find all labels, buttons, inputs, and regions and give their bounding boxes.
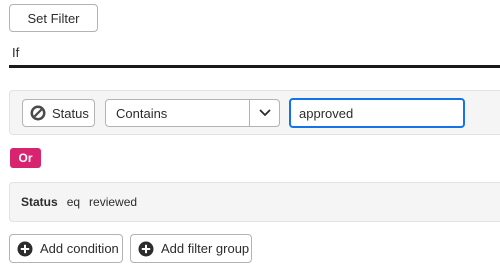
add-filter-group-button[interactable]: Add filter group (130, 234, 252, 263)
condition-summary-row[interactable]: Status eq reviewed (9, 182, 500, 222)
add-condition-button[interactable]: Add condition (9, 234, 123, 263)
add-condition-label: Add condition (40, 241, 119, 256)
summary-field: Status (21, 195, 58, 209)
operator-value: Contains (116, 105, 168, 121)
field-selector-button[interactable]: Status (22, 99, 95, 127)
operator-dropdown[interactable]: Contains (105, 99, 280, 127)
set-filter-button[interactable]: Set Filter (9, 4, 98, 32)
or-connector-badge[interactable]: Or (10, 148, 41, 168)
condition-row: Status Contains (9, 90, 500, 135)
condition-value-input[interactable] (289, 98, 465, 128)
if-divider (9, 65, 500, 68)
summary-operator: eq (66, 195, 81, 209)
summary-value: reviewed (89, 195, 138, 209)
plus-circle-icon (17, 241, 33, 257)
chevron-down-icon[interactable] (249, 100, 279, 126)
field-selector-label: Status (52, 105, 89, 121)
add-filter-group-label: Add filter group (161, 241, 250, 256)
set-filter-label: Set Filter (27, 10, 80, 26)
filter-builder: Set Filter If Status Contains Or (0, 0, 500, 277)
plus-circle-icon (138, 241, 154, 257)
if-label: If (12, 45, 20, 60)
no-entry-icon (30, 105, 46, 121)
